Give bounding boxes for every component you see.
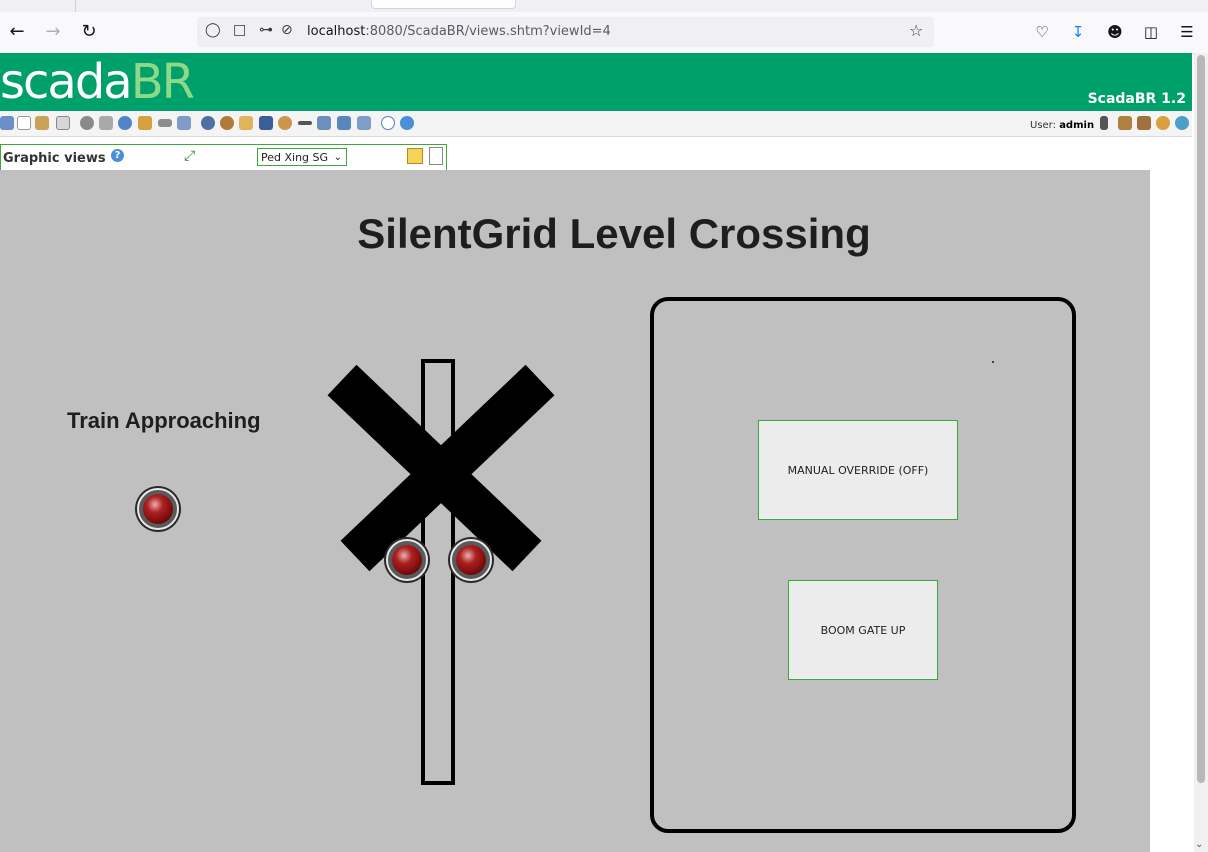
user-name: admin xyxy=(1059,120,1095,131)
download-icon[interactable]: ↧ xyxy=(1067,21,1089,43)
scheduled-events-icon[interactable] xyxy=(118,116,132,130)
graphic-views-bar: Graphic views ? ⤢ Ped Xing SG ⌄ xyxy=(0,144,447,171)
event-icon[interactable] xyxy=(35,116,49,130)
crossing-led-right xyxy=(450,539,492,581)
scada-header: scadaBR ScadaBR 1.2 xyxy=(0,53,1192,111)
maintenance-events-icon[interactable] xyxy=(298,121,312,125)
help-icon[interactable] xyxy=(400,116,414,130)
emport-icon[interactable] xyxy=(337,116,351,130)
system-settings-icon[interactable] xyxy=(317,116,331,130)
scrollbar-thumb[interactable] xyxy=(1197,55,1205,783)
pocket-icon[interactable]: ♡ xyxy=(1031,21,1053,43)
home-icon[interactable] xyxy=(1118,116,1132,130)
mailing-lists-icon[interactable] xyxy=(259,116,273,130)
edit-view-icon[interactable] xyxy=(407,148,423,164)
vertical-scrollbar[interactable]: ⌄ xyxy=(1194,53,1208,852)
users-icon[interactable] xyxy=(201,116,215,130)
url-path: :8080/ScadaBR/views.shtm?viewId=4 xyxy=(365,24,611,39)
view-select-value: Ped Xing SG xyxy=(261,151,329,164)
scroll-down-icon[interactable]: ⌄ xyxy=(1195,839,1203,850)
scripting-icon[interactable] xyxy=(177,116,191,130)
user-prefix: User: xyxy=(1030,120,1056,131)
page-info-icon[interactable]: □ xyxy=(233,22,246,38)
menu-icon[interactable]: ☰ xyxy=(1176,21,1198,43)
view-select[interactable]: Ped Xing SG ⌄ xyxy=(257,148,347,166)
main-toolbar: User: admin xyxy=(0,112,1192,137)
new-view-icon[interactable] xyxy=(429,147,443,165)
language-globe-icon[interactable] xyxy=(1175,116,1189,130)
tracking-off-icon[interactable]: ⊘ xyxy=(281,22,293,38)
logout-icon[interactable] xyxy=(381,116,395,130)
view-canvas: SilentGrid Level Crossing Train Approach… xyxy=(0,170,1150,852)
url-host: localhost xyxy=(307,24,366,39)
url-text[interactable]: localhost:8080/ScadaBR/views.shtm?viewId… xyxy=(307,24,611,39)
sound-icon[interactable] xyxy=(1100,116,1108,130)
manual-override-button[interactable]: MANUAL OVERRIDE (OFF) xyxy=(758,420,958,520)
reload-icon[interactable]: ↻ xyxy=(77,20,101,44)
reports-icon[interactable] xyxy=(56,116,70,130)
palette-icon[interactable] xyxy=(1156,116,1170,130)
sql-icon[interactable] xyxy=(357,116,371,130)
shield-icon[interactable]: ◯ xyxy=(205,22,221,38)
point-links-icon[interactable] xyxy=(158,119,172,127)
stray-pixel xyxy=(992,361,994,363)
browser-tab-strip xyxy=(0,0,1208,12)
back-icon[interactable]: ← xyxy=(5,20,29,44)
scadabr-logo: scadaBR xyxy=(0,54,195,110)
graphic-views-icon[interactable] xyxy=(17,116,31,130)
tab-separator xyxy=(75,0,76,12)
active-browser-tab[interactable] xyxy=(371,0,516,9)
compound-events-icon[interactable] xyxy=(138,116,152,130)
crossing-pole xyxy=(421,359,455,785)
version-label: ScadaBR 1.2 xyxy=(1087,91,1186,107)
logo-text-scada: scada xyxy=(0,54,133,110)
forward-icon[interactable]: → xyxy=(41,20,65,44)
crossing-led-left xyxy=(386,539,428,581)
point-hierarchy-icon[interactable] xyxy=(239,116,253,130)
browser-navbar: ← → ↻ ◯ □ ⊶ ⊘ localhost:8080/ScadaBR/vie… xyxy=(0,12,1208,54)
boom-gate-button[interactable]: BOOM GATE UP xyxy=(788,580,938,680)
user-profiles-icon[interactable] xyxy=(220,116,234,130)
publishers-icon[interactable] xyxy=(278,116,292,130)
chevron-down-icon: ⌄ xyxy=(333,152,342,163)
logo-text-br: BR xyxy=(130,54,195,110)
permissions-icon[interactable]: ⊶ xyxy=(259,22,273,38)
bookmark-star-icon[interactable]: ☆ xyxy=(909,21,923,40)
watch-list-icon[interactable] xyxy=(0,116,14,130)
settings-gear-icon[interactable] xyxy=(80,116,94,130)
set-homepage-icon[interactable] xyxy=(1137,116,1151,130)
control-panel-frame xyxy=(650,297,1076,833)
extensions-icon[interactable]: ◫ xyxy=(1140,21,1162,43)
help-icon[interactable]: ? xyxy=(111,149,124,162)
graphic-views-title: Graphic views xyxy=(3,151,106,166)
url-bar[interactable]: ◯ □ ⊶ ⊘ localhost:8080/ScadaBR/views.sht… xyxy=(197,17,934,47)
data-sources-icon[interactable] xyxy=(99,116,113,130)
fullscreen-icon[interactable]: ⤢ xyxy=(184,148,195,164)
account-icon[interactable]: ☻ xyxy=(1104,21,1126,43)
user-info: User: admin xyxy=(1030,120,1094,131)
